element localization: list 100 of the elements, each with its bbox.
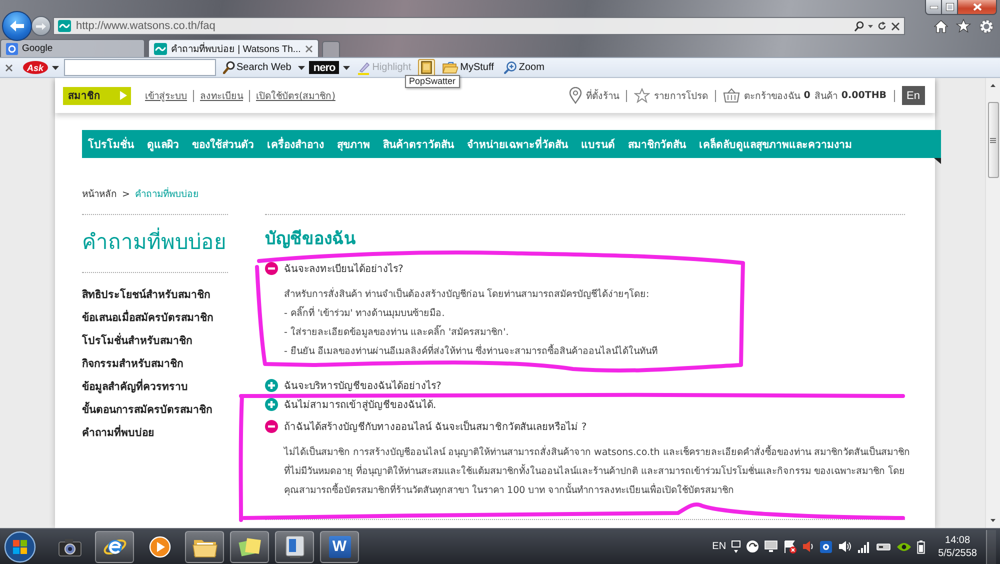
- answer-text: - ใส่รายละเอียดข้อมูลของท่าน และคลิ๊ก 'สมัครสมาชิก'.: [284, 324, 509, 340]
- scrollbar-thumb[interactable]: [988, 102, 998, 178]
- header-link[interactable]: เข้าสู่ระบบ: [145, 88, 187, 103]
- answer-text: - คลิ๊กที่ 'เข้าร่วม' ทางด้านมุมบนซ้ายมือ.: [284, 305, 445, 321]
- minimize-button[interactable]: [925, 0, 942, 15]
- sidebar-link[interactable]: กิจกรรมสำหรับสมาชิก: [82, 353, 183, 376]
- sidebar-link[interactable]: สิทธิประโยชน์สำหรับสมาชิก: [82, 284, 210, 307]
- restore-button[interactable]: [942, 0, 958, 15]
- notepad-icon: [421, 61, 432, 74]
- clock-time[interactable]: 14:08: [945, 534, 970, 546]
- minus-circle-icon[interactable]: [265, 420, 278, 433]
- close-icon[interactable]: [5, 64, 13, 72]
- popswatter-button[interactable]: [418, 58, 436, 76]
- answer-text: ไม่ได้เป็นสมาชิก การสร้างบัญชีออนไลน์ อนุญาติให้ท่านสามารถสั่งสินค้าจาก watsons.co.th และเช็ครายละเอียดคำสั่งซื้อของท่าน สมาชิกวัตสันเป็นสมาชิกที่ไม่มีวันหมดอายุ ที่อนุญาติให้ท่านสะสมและใช้แต้มสมาชิกทั้งในออนไลน์และร้านค้าปกติ และสามารถเข้าร่วมโปรโมชั่นและกิจกรรม ของเฉพาะสมาชิก โดยคุณสามารถซื้อบัตรสมาชิกที่ร้านวัตสันทุกสาขา ในราคา 100 บาท จากนั้นทำการลงทะเบียนเพื่อเปิดใช้บัตรสมาชิก: [284, 444, 910, 498]
- start-orb-icon: [3, 530, 37, 564]
- close-button[interactable]: [958, 0, 997, 15]
- language-button[interactable]: En: [902, 86, 925, 105]
- keyboard-icon[interactable]: [731, 540, 742, 554]
- camera-icon: [58, 536, 82, 556]
- arrow-right-icon: [36, 22, 46, 30]
- plus-circle-icon[interactable]: [265, 379, 278, 392]
- computer-icon: [284, 534, 306, 558]
- sidebar-link[interactable]: โปรโมชั่นสำหรับสมาชิก: [82, 330, 192, 353]
- taskbar-button[interactable]: [185, 530, 224, 562]
- taskbar-button[interactable]: [95, 530, 134, 562]
- battery-icon[interactable]: [917, 540, 926, 554]
- member-button[interactable]: สมาชิก: [63, 86, 131, 104]
- restore-icon: [946, 3, 954, 11]
- folder-icon: [442, 61, 458, 74]
- caret-icon[interactable]: [868, 24, 873, 28]
- volume-icon[interactable]: [838, 540, 852, 553]
- taskbar-button[interactable]: W: [320, 530, 359, 562]
- forward-button[interactable]: [31, 16, 51, 36]
- eye-icon[interactable]: [896, 540, 912, 552]
- home-icon[interactable]: [934, 20, 948, 32]
- sidebar-link[interactable]: คำถามที่พบบ่อย: [82, 422, 154, 445]
- caret-icon[interactable]: [343, 66, 350, 70]
- cart-link[interactable]: ตะกร้าของฉัน: [744, 88, 800, 103]
- star-icon[interactable]: [634, 88, 650, 103]
- flag-icon[interactable]: [783, 540, 798, 554]
- breadcrumb-link[interactable]: หน้าหลัก: [82, 187, 117, 203]
- scrollbar[interactable]: [985, 78, 1000, 528]
- refresh-icon[interactable]: [877, 21, 887, 31]
- faq-question[interactable]: ถ้าฉันได้สร้างบัญชีกับทางออนไลน์ ฉันจะเป็นสมาชิกวัตสันเลยหรือไม่ ?: [265, 417, 587, 436]
- basket-icon[interactable]: [722, 88, 740, 103]
- taskbar-button[interactable]: [275, 530, 314, 562]
- search-web-button[interactable]: Search Web: [220, 58, 294, 76]
- caret-icon[interactable]: [52, 66, 59, 70]
- language-indicator[interactable]: EN: [712, 541, 726, 552]
- browser-tab[interactable]: Google: [0, 39, 145, 57]
- address-url: http://www.watsons.co.th/faq: [76, 20, 216, 32]
- stop-icon[interactable]: [891, 22, 900, 30]
- sidebar-title: คำถามที่พบบ่อย: [82, 227, 226, 257]
- search-icon[interactable]: [854, 20, 864, 32]
- header-link[interactable]: ลงทะเบียน: [200, 88, 243, 103]
- favorites-star-icon[interactable]: [956, 19, 971, 33]
- caret-icon[interactable]: [298, 66, 306, 70]
- answer-text: - ยืนยัน อีเมลของท่านผ่านอีเมลลิงค์ที่ส่งให้ท่าน ซึ่งท่านจะสามารถซื้อสินค้าออนไลน์ได้ในทันที: [284, 343, 658, 359]
- arrow-left-icon: [9, 19, 25, 33]
- minus-circle-icon[interactable]: [265, 262, 278, 275]
- network-icon[interactable]: [819, 540, 834, 554]
- favicon-icon: [58, 20, 71, 32]
- speaker-icon[interactable]: [802, 540, 814, 553]
- faq-question[interactable]: ฉันจะลงทะเบียนได้อย่างไร?: [265, 259, 404, 278]
- app-logo: W: [328, 536, 350, 558]
- taskbar-button[interactable]: [230, 530, 269, 562]
- monitor-icon[interactable]: [764, 540, 778, 553]
- address-bar[interactable]: http://www.watsons.co.th/faq: [53, 17, 905, 35]
- zoom-button[interactable]: Zoom: [500, 58, 548, 76]
- search-field[interactable]: [64, 59, 216, 76]
- settings-icon[interactable]: [979, 18, 994, 34]
- plus-circle-icon[interactable]: [265, 398, 278, 411]
- close-icon[interactable]: [304, 44, 313, 52]
- cart-total: 0.00THB: [841, 90, 887, 101]
- signal-icon[interactable]: [857, 540, 872, 552]
- play-icon: [120, 91, 127, 100]
- nero-logo-button[interactable]: nero: [309, 61, 340, 74]
- start-button[interactable]: [3, 530, 37, 564]
- sidebar-link[interactable]: ข้อมูลสำคัญที่ควรทราบ: [82, 376, 188, 399]
- grip-icon: [990, 138, 996, 142]
- ask-logo[interactable]: Ask: [23, 61, 48, 74]
- drive-icon[interactable]: [876, 542, 892, 552]
- corner-fold-icon: [934, 158, 941, 164]
- faq-question[interactable]: ฉันไม่สามารถเข้าสู่บัญชีของฉันได้.: [265, 395, 436, 414]
- store-locator-link[interactable]: ที่ตั้งร้าน: [586, 88, 619, 103]
- faq-question[interactable]: ฉันจะบริหารบัญชีของฉันได้อย่างไร?: [265, 376, 442, 395]
- clock-date[interactable]: 5/5/2558: [938, 546, 977, 560]
- search-icon: [222, 61, 235, 74]
- browser-tab[interactable]: คำถามที่พบบ่อย | Watsons Th...: [148, 39, 319, 57]
- cart-count: 0: [804, 90, 810, 101]
- sidebar-link[interactable]: ขั้นตอนการสมัครบัตรสมาชิก: [82, 399, 212, 422]
- header-link[interactable]: เปิดใช้บัตร(สมาชิก): [256, 88, 336, 103]
- wishlist-link[interactable]: รายการโปรด: [654, 88, 708, 103]
- back-button[interactable]: [2, 11, 32, 41]
- location-pin-icon[interactable]: [568, 87, 582, 104]
- pen-icon: [357, 60, 370, 74]
- close-icon: [972, 3, 982, 11]
- sync-icon[interactable]: [746, 540, 760, 553]
- favicon-icon: [6, 42, 18, 54]
- sidebar-link[interactable]: ข้อเสนอเมื่อสมัครบัตรสมาชิก: [82, 307, 213, 330]
